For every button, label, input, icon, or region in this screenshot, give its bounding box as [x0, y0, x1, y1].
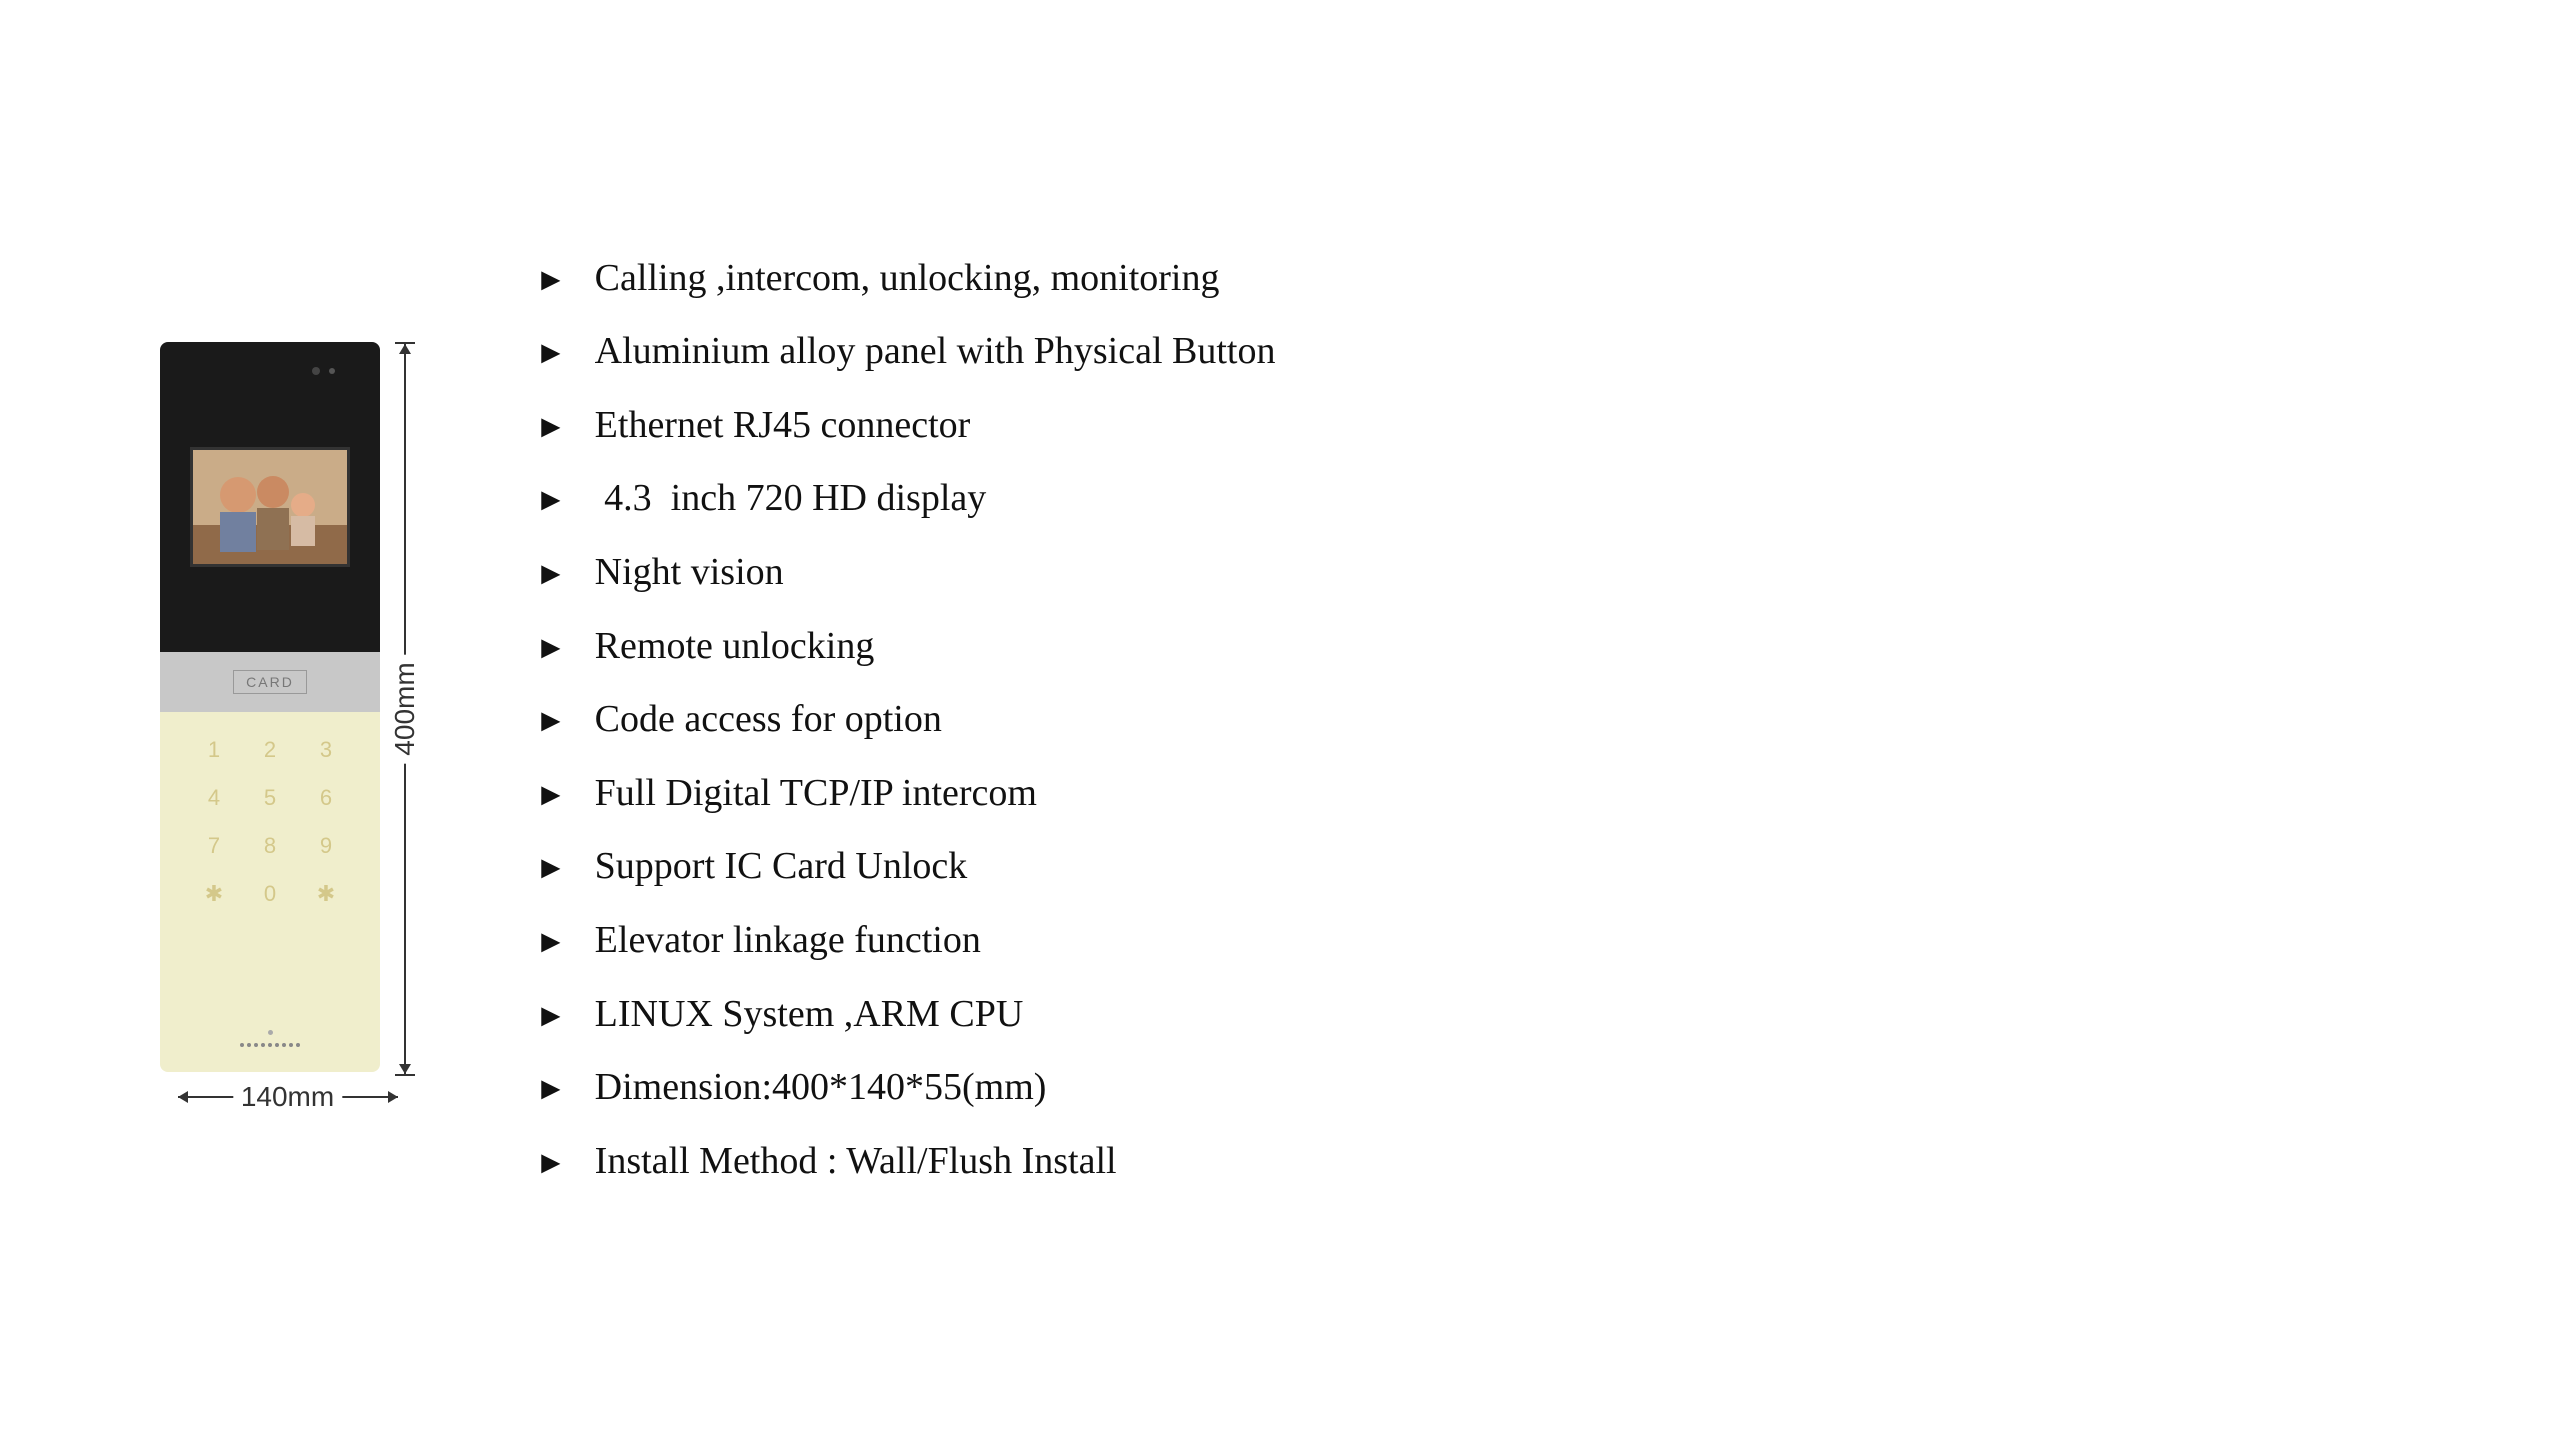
height-label: 400mm	[387, 654, 423, 763]
feature-item-11: ► Dimension:400*140*55(mm)	[535, 1051, 2480, 1125]
height-dimension: 400mm	[395, 342, 415, 1076]
features-section: ► Calling ,intercom, unlocking, monitori…	[535, 242, 2480, 1199]
speaker-dot	[254, 1043, 258, 1047]
keypad-grid: 1 2 3 4 5 6 7 8 9 ✱ 0 ✱	[196, 732, 344, 912]
feature-item-7: ► Full Digital TCP/IP intercom	[535, 757, 2480, 831]
key-7: 7	[196, 828, 232, 864]
key-4: 4	[196, 780, 232, 816]
speaker-dot	[282, 1043, 286, 1047]
feature-item-2: ► Ethernet RJ45 connector	[535, 389, 2480, 463]
feature-text-7: Full Digital TCP/IP intercom	[595, 771, 1037, 817]
feature-item-12: ► Install Method : Wall/Flush Install	[535, 1125, 2480, 1199]
key-hash: ✱	[308, 876, 344, 912]
key-3: 3	[308, 732, 344, 768]
feature-text-2: Ethernet RJ45 connector	[595, 403, 971, 449]
bottom-indicator-dot	[268, 1030, 273, 1035]
height-line: 400mm	[404, 344, 406, 1074]
feature-text-12: Install Method : Wall/Flush Install	[595, 1139, 1117, 1185]
bullet-1: ►	[535, 336, 567, 368]
key-1: 1	[196, 732, 232, 768]
feature-item-0: ► Calling ,intercom, unlocking, monitori…	[535, 242, 2480, 316]
feature-item-9: ► Elevator linkage function	[535, 904, 2480, 978]
key-9: 9	[308, 828, 344, 864]
speaker-dot	[289, 1043, 293, 1047]
feature-text-11: Dimension:400*140*55(mm)	[595, 1065, 1047, 1111]
feature-item-6: ► Code access for option	[535, 683, 2480, 757]
device-top	[160, 342, 380, 652]
speaker-dot	[296, 1043, 300, 1047]
device-middle: CARD	[160, 652, 380, 712]
feature-item-5: ► Remote unlocking	[535, 610, 2480, 684]
bullet-6: ►	[535, 704, 567, 736]
speaker-grille	[240, 1043, 300, 1047]
bullet-2: ►	[535, 410, 567, 442]
bullet-8: ►	[535, 851, 567, 883]
card-reader-label: CARD	[233, 670, 307, 694]
feature-text-8: Support IC Card Unlock	[595, 844, 968, 890]
key-8: 8	[252, 828, 288, 864]
key-0: 0	[252, 876, 288, 912]
feature-text-3: 4.3 inch 720 HD display	[595, 476, 987, 522]
width-label: 140mm	[233, 1079, 342, 1115]
width-line: 140mm	[178, 1096, 398, 1098]
bullet-4: ►	[535, 557, 567, 589]
feature-text-0: Calling ,intercom, unlocking, monitoring	[595, 256, 1220, 302]
bullet-5: ►	[535, 631, 567, 663]
feature-text-6: Code access for option	[595, 697, 942, 743]
key-6: 6	[308, 780, 344, 816]
camera-dot2	[329, 368, 335, 374]
bullet-9: ►	[535, 925, 567, 957]
bullet-0: ►	[535, 263, 567, 295]
device-bottom-bar	[240, 1030, 300, 1047]
main-container: CARD 1 2 3 4 5 6 7 8 9 ✱ 0	[0, 0, 2560, 1440]
feature-text-4: Night vision	[595, 550, 784, 596]
speaker-dot	[240, 1043, 244, 1047]
feature-text-10: LINUX System ,ARM CPU	[595, 992, 1024, 1038]
bullet-3: ►	[535, 483, 567, 515]
screen-image	[193, 450, 347, 564]
width-dimension-container: 140mm	[178, 1096, 398, 1098]
bullet-10: ►	[535, 999, 567, 1031]
key-5: 5	[252, 780, 288, 816]
feature-item-8: ► Support IC Card Unlock	[535, 830, 2480, 904]
device-with-dimensions: CARD 1 2 3 4 5 6 7 8 9 ✱ 0	[160, 342, 415, 1076]
feature-text-5: Remote unlocking	[595, 624, 875, 670]
feature-text-1: Aluminium alloy panel with Physical Butt…	[595, 329, 1276, 375]
device-section: CARD 1 2 3 4 5 6 7 8 9 ✱ 0	[160, 342, 415, 1098]
key-2: 2	[252, 732, 288, 768]
device-screen	[190, 447, 350, 567]
device-panel: CARD 1 2 3 4 5 6 7 8 9 ✱ 0	[160, 342, 380, 1076]
camera-dot	[312, 367, 320, 375]
feature-item-1: ► Aluminium alloy panel with Physical Bu…	[535, 315, 2480, 389]
feature-item-4: ► Night vision	[535, 536, 2480, 610]
screen-svg	[193, 450, 350, 567]
speaker-dot	[247, 1043, 251, 1047]
speaker-dot	[275, 1043, 279, 1047]
bullet-11: ►	[535, 1072, 567, 1104]
feature-item-10: ► LINUX System ,ARM CPU	[535, 978, 2480, 1052]
bottom-tick	[395, 1074, 415, 1076]
key-star: ✱	[196, 876, 232, 912]
speaker-dot	[261, 1043, 265, 1047]
feature-text-9: Elevator linkage function	[595, 918, 981, 964]
speaker-dot	[268, 1043, 272, 1047]
bullet-7: ►	[535, 778, 567, 810]
bullet-12: ►	[535, 1146, 567, 1178]
device-bottom: 1 2 3 4 5 6 7 8 9 ✱ 0 ✱	[160, 712, 380, 1072]
feature-item-3: ► 4.3 inch 720 HD display	[535, 462, 2480, 536]
